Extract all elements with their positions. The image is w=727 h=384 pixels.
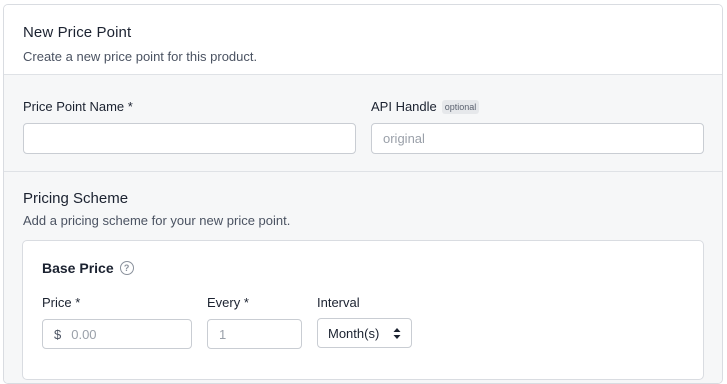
interval-label: Interval <box>317 295 360 310</box>
pricing-scheme-title: Pricing Scheme <box>23 190 129 207</box>
sort-arrows-icon <box>393 328 401 339</box>
price-input[interactable] <box>71 326 172 342</box>
base-price-title: Base Price <box>42 260 114 276</box>
api-handle-input[interactable] <box>371 123 704 154</box>
new-price-point-card: New Price Point Create a new price point… <box>3 4 723 384</box>
every-label: Every * <box>207 295 249 310</box>
every-input[interactable] <box>207 319 302 349</box>
card-header: New Price Point Create a new price point… <box>4 5 722 75</box>
pricing-scheme-section: Pricing Scheme Add a pricing scheme for … <box>4 172 722 383</box>
question-circle-icon[interactable]: ? <box>119 261 134 275</box>
api-handle-label: API Handle optional <box>371 99 480 114</box>
base-price-heading: Base Price ? <box>42 260 134 276</box>
interval-value: Month(s) <box>328 325 380 341</box>
price-field[interactable]: $ <box>42 319 192 349</box>
page-subtitle: Create a new price point for this produc… <box>23 49 258 64</box>
optional-badge: optional <box>441 99 480 114</box>
api-handle-label-text: API Handle <box>371 99 437 114</box>
base-price-panel: Base Price ? Price * $ Every * Interval … <box>22 240 704 380</box>
currency-symbol: $ <box>54 326 62 342</box>
price-point-name-label-text: Price Point Name * <box>23 99 133 114</box>
pricing-scheme-subtitle: Add a pricing scheme for your new price … <box>23 213 291 228</box>
interval-select[interactable]: Month(s) <box>317 318 412 348</box>
price-point-name-label: Price Point Name * <box>23 99 133 114</box>
name-fields-section: Price Point Name * API Handle optional <box>4 75 722 172</box>
price-label: Price * <box>42 295 81 310</box>
page-title: New Price Point <box>23 24 132 41</box>
price-point-name-input[interactable] <box>23 123 356 154</box>
